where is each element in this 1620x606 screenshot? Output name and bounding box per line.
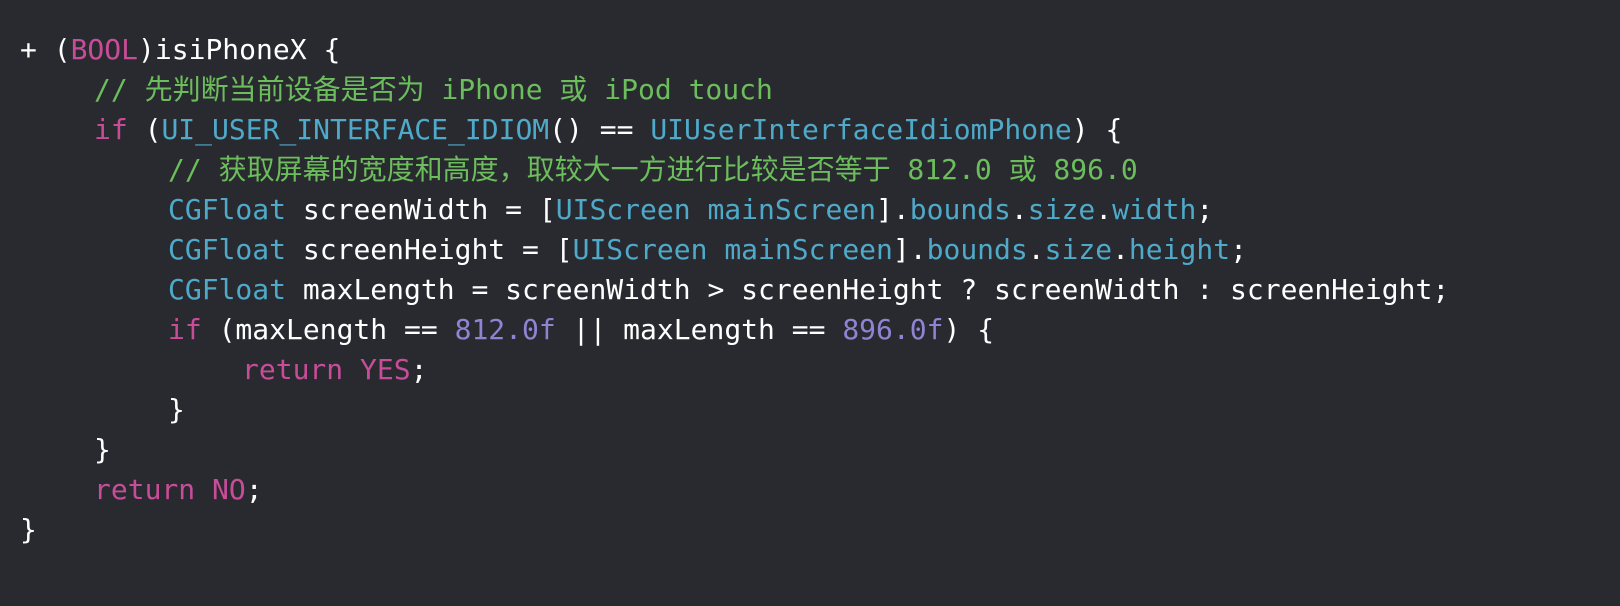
code-token: ; <box>1196 193 1214 226</box>
code-token: screenHeight = [ <box>286 233 573 266</box>
code-token: mainScreen <box>724 233 893 266</box>
code-token: return <box>242 353 344 386</box>
code-token: ) { <box>1071 113 1123 146</box>
code-token: 896.0f <box>842 313 944 346</box>
code-line: return YES; <box>20 350 1449 390</box>
code-token: screenWidth = [ <box>286 193 556 226</box>
code-token: CGFloat <box>168 193 287 226</box>
code-line: if (maxLength == 812.0f || maxLength == … <box>20 310 1449 350</box>
code-token: if <box>94 113 128 146</box>
code-token: YES <box>360 353 411 386</box>
code-token: CGFloat <box>168 233 287 266</box>
code-token: } <box>94 433 111 466</box>
code-line: } <box>20 430 1449 470</box>
code-token: ]. <box>892 233 927 266</box>
code-line: CGFloat maxLength = screenWidth > screen… <box>20 270 1449 310</box>
code-token: )isiPhoneX { <box>138 33 341 66</box>
code-token: bounds <box>909 193 1011 226</box>
code-token: if <box>168 313 202 346</box>
code-line: } <box>20 510 1449 550</box>
code-token: . <box>1112 233 1129 266</box>
code-token: UIScreen <box>572 233 708 266</box>
code-token: UIUserInterfaceIdiomPhone <box>650 113 1072 146</box>
code-line: CGFloat screenWidth = [UIScreen mainScre… <box>20 190 1449 230</box>
code-token: || maxLength == <box>555 313 843 346</box>
code-token: ]. <box>876 193 910 226</box>
code-token: ; <box>245 473 263 506</box>
code-line: // 先判断当前设备是否为 iPhone 或 iPod touch <box>20 70 1449 110</box>
code-token: . <box>1010 193 1028 226</box>
code-token: size <box>1044 233 1113 266</box>
code-editor[interactable]: + (BOOL)isiPhoneX {// 先判断当前设备是否为 iPhone … <box>0 0 1620 606</box>
code-line: // 获取屏幕的宽度和高度，取较大一方进行比较是否等于 812.0 或 896.… <box>20 150 1449 190</box>
code-token: } <box>168 393 185 426</box>
code-line: if (UI_USER_INTERFACE_IDIOM() == UIUserI… <box>20 110 1449 150</box>
code-token: CGFloat <box>168 273 287 306</box>
code-token: // 先判断当前设备是否为 iPhone 或 iPod touch <box>94 73 773 106</box>
code-line: + (BOOL)isiPhoneX { <box>20 30 1449 70</box>
code-token: () == <box>549 113 651 146</box>
code-token: maxLength = screenWidth > screenHeight ?… <box>286 273 1450 306</box>
code-token: 812.0f <box>454 313 556 346</box>
code-token: width <box>1112 193 1197 226</box>
code-token: + ( <box>20 33 71 66</box>
code-token: NO <box>212 473 246 506</box>
code-line: return NO; <box>20 470 1449 510</box>
code-token: height <box>1128 233 1231 266</box>
code-token: return <box>94 473 196 506</box>
code-token: size <box>1027 193 1096 226</box>
code-token: ( <box>127 113 162 146</box>
code-token: mainScreen <box>707 193 877 226</box>
code-token: . <box>1095 193 1113 226</box>
code-token: } <box>20 513 37 546</box>
code-token: UIScreen <box>555 193 691 226</box>
code-token: (maxLength == <box>201 313 455 346</box>
code-line: CGFloat screenHeight = [UIScreen mainScr… <box>20 230 1449 270</box>
code-token: BOOL <box>70 33 139 66</box>
code-token: // 获取屏幕的宽度和高度，取较大一方进行比较是否等于 812.0 或 896.… <box>168 153 1138 186</box>
code-token: . <box>1027 233 1045 266</box>
code-token: ; <box>410 353 428 386</box>
code-token: bounds <box>926 233 1028 266</box>
code-line: } <box>20 390 1449 430</box>
code-block[interactable]: + (BOOL)isiPhoneX {// 先判断当前设备是否为 iPhone … <box>20 30 1449 550</box>
code-token: ; <box>1230 233 1247 266</box>
code-token: UI_USER_INTERFACE_IDIOM <box>161 113 550 146</box>
code-token: ) { <box>943 313 995 346</box>
